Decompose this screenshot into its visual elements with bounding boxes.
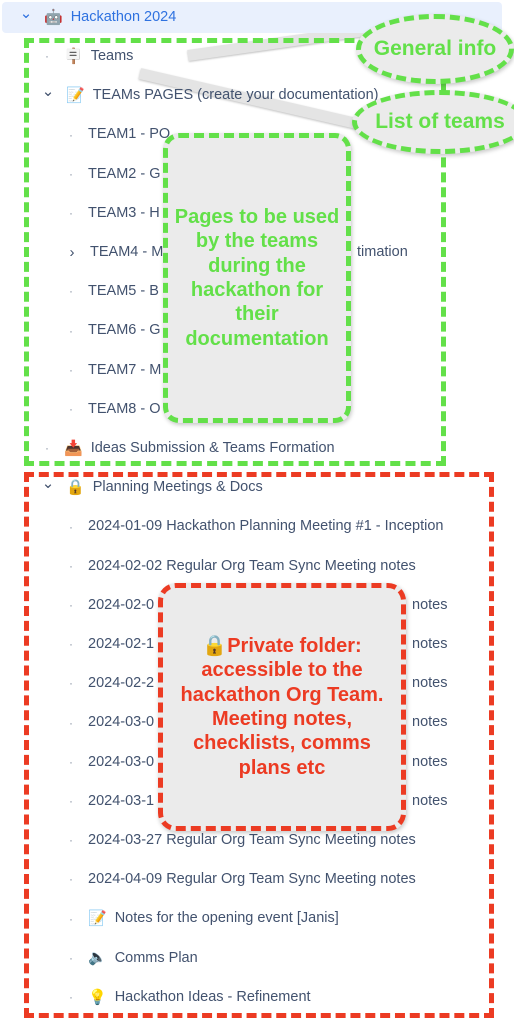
bullet-icon: ·	[69, 362, 73, 377]
row-emoji-icon: 🤖	[44, 9, 63, 26]
row-emoji-icon: 🪧	[64, 47, 83, 65]
tree-row-label: TEAM7 - M	[88, 361, 162, 378]
tree-row-label-tail: notes	[412, 792, 448, 809]
tree-row-label: 2024-03-0	[88, 753, 155, 770]
callout-pages-note: Pages to be used by the teams during the…	[163, 133, 351, 423]
tree-row-label: Planning Meetings & Docs	[92, 479, 263, 496]
bullet-icon: ·	[69, 323, 73, 338]
tree-row-label-tail: notes	[412, 635, 448, 652]
row-emoji-icon: 📝	[88, 910, 107, 928]
tree-row-label: TEAM1 - PO	[88, 126, 171, 143]
row-emoji-icon: 🔈	[88, 949, 107, 967]
tree-row[interactable]: · 2024-01-09 Hackathon Planning Meeting #…	[0, 512, 514, 542]
bullet-icon: ·	[69, 284, 73, 299]
tree-row-label: TEAM2 - G	[88, 165, 161, 182]
page-tree-screenshot: ⌄ 🤖 Hackathon 2024 · 🪧 Teams ⌄ 📝 TEAMs PAGES (cr…	[0, 0, 514, 1024]
row-emoji-icon: 🔒	[66, 478, 85, 496]
callout-list-of-teams-text: List of teams	[375, 110, 505, 134]
tree-row-label: TEAM4 - M	[90, 243, 164, 260]
chevron-down-icon[interactable]: ⌄	[18, 6, 34, 21]
bullet-icon: ·	[69, 911, 73, 926]
tree-row[interactable]: · 🔈 Comms Plan	[0, 943, 514, 973]
tree-row-label-tail: notes	[412, 753, 448, 770]
tree-row-label: 2024-01-09 Hackathon Planning Meeting #1…	[88, 518, 444, 535]
tree-row-label: 2024-02-2	[88, 675, 155, 692]
tree-row-label: TEAMs PAGES (create your documentation)	[92, 87, 379, 104]
row-emoji-icon: 💡	[88, 988, 107, 1006]
bullet-icon: ·	[69, 990, 73, 1004]
bullet-icon: ·	[69, 402, 73, 416]
tree-row[interactable]: ⌄ 🔒 Planning Meetings & Docs	[0, 472, 514, 502]
tree-row-label: TEAM3 - H	[88, 204, 160, 221]
callout-private-folder-note: 🔒Private folder: accessible to the hacka…	[158, 583, 406, 831]
tree-row[interactable]: · 💡 Hackathon Ideas - Refinement	[0, 982, 514, 1012]
bullet-icon: ·	[69, 127, 73, 142]
tree-row-label: 2024-02-1	[88, 635, 155, 652]
bullet-icon: ·	[69, 558, 73, 573]
tree-row-label: 2024-04-09 Regular Org Team Sync Meeting…	[88, 871, 416, 888]
tree-row[interactable]: · 📥 Ideas Submission & Teams Formation	[0, 433, 514, 463]
bullet-icon: ·	[69, 598, 73, 612]
bullet-icon: ·	[69, 676, 73, 691]
tree-row-label: TEAM8 - O	[88, 400, 161, 417]
tree-row-label-tail: notes	[412, 596, 448, 613]
tree-row-label: Ideas Submission & Teams Formation	[90, 439, 335, 456]
bullet-icon: ·	[69, 166, 73, 181]
chevron-down-icon[interactable]: ⌄	[40, 84, 56, 99]
callout-private-folder-note-text: 🔒Private folder: accessible to the hacka…	[180, 634, 384, 779]
tree-row[interactable]: · 2024-04-09 Regular Org Team Sync Meetin…	[0, 864, 514, 894]
bullet-icon: ·	[69, 950, 73, 965]
tree-row-label-tail: timation	[357, 243, 408, 260]
callout-general-info: General info	[356, 14, 514, 84]
bullet-icon: ·	[45, 441, 49, 456]
tree-row-label: 2024-03-0	[88, 714, 155, 731]
tree-row-label-tail: notes	[412, 675, 448, 692]
callout-list-of-teams: List of teams	[352, 90, 514, 154]
row-emoji-icon: 📝	[66, 86, 85, 104]
tree-row-label: 2024-02-02 Regular Org Team Sync Meeting…	[88, 557, 416, 574]
tree-row-label: Comms Plan	[114, 949, 198, 966]
callout-pages-note-text: Pages to be used by the teams during the…	[174, 205, 340, 350]
tree-row-label: Hackathon 2024	[70, 9, 177, 26]
bullet-icon: ·	[69, 206, 73, 220]
tree-row-label: Notes for the opening event [Janis]	[114, 910, 339, 927]
bullet-icon: ·	[69, 754, 73, 769]
tree-row-label: Hackathon Ideas - Refinement	[114, 988, 311, 1005]
bullet-icon: ·	[69, 872, 73, 887]
bullet-icon: ·	[69, 833, 73, 848]
bullet-icon: ·	[69, 519, 73, 534]
chevron-right-icon[interactable]: ›	[64, 245, 80, 260]
tree-row[interactable]: · 2024-02-02 Regular Org Team Sync Meetin…	[0, 551, 514, 581]
tree-row-label-tail: notes	[412, 714, 448, 731]
tree-row-label: TEAM6 - G	[88, 322, 161, 339]
bullet-icon: ·	[45, 49, 49, 64]
tree-row-label: 2024-03-27 Regular Org Team Sync Meeting…	[88, 831, 416, 848]
tree-row-label: TEAM5 - B	[88, 283, 159, 300]
tree-row-label: 2024-02-0	[88, 596, 155, 613]
bullet-icon: ·	[69, 637, 73, 652]
chevron-down-icon[interactable]: ⌄	[40, 476, 56, 491]
tree-row-label: Teams	[90, 47, 134, 64]
callout-general-info-text: General info	[373, 37, 497, 61]
bullet-icon: ·	[69, 715, 73, 730]
tree-row-label: 2024-03-1	[88, 792, 155, 809]
tree-row[interactable]: · 📝 Notes for the opening event [Janis]	[0, 904, 514, 934]
row-emoji-icon: 📥	[64, 439, 83, 457]
bullet-icon: ·	[69, 794, 73, 808]
